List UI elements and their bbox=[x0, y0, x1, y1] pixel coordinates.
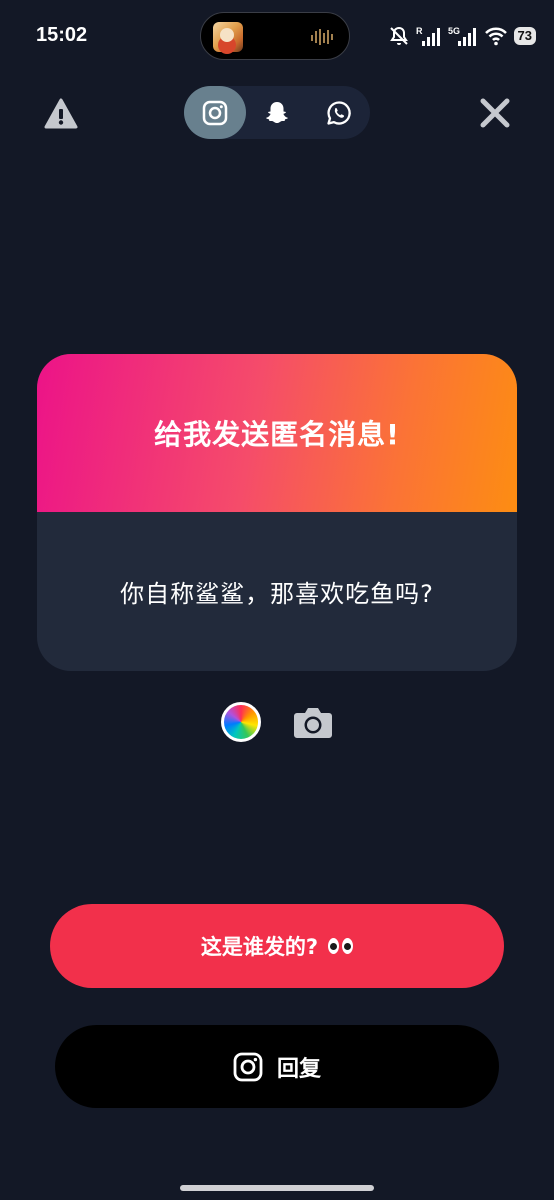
snapchat-icon bbox=[266, 101, 288, 123]
message-card: 给我发送匿名消息! 你自称鲨鲨，那喜欢吃鱼吗? bbox=[37, 354, 517, 671]
card-title: 给我发送匿名消息! bbox=[154, 418, 400, 451]
camera-button[interactable] bbox=[291, 700, 335, 744]
roaming-label: R bbox=[416, 26, 423, 36]
signal-r-icon: R bbox=[416, 26, 440, 46]
reply-button[interactable]: 回复 bbox=[55, 1025, 499, 1108]
network-label: 5G bbox=[448, 26, 460, 36]
who-sent-button[interactable]: 这是谁发的? bbox=[50, 904, 504, 988]
card-body: 你自称鲨鲨，那喜欢吃鱼吗? bbox=[37, 512, 517, 671]
camera-icon bbox=[294, 708, 332, 738]
now-playing-thumbnail bbox=[213, 22, 243, 52]
platform-switcher bbox=[184, 86, 370, 139]
color-wheel-icon[interactable] bbox=[221, 702, 261, 742]
signal-5g-icon: 5G bbox=[448, 26, 476, 46]
tab-instagram[interactable] bbox=[184, 86, 246, 139]
dynamic-island[interactable] bbox=[200, 12, 350, 60]
close-icon bbox=[480, 98, 510, 128]
whatsapp-icon bbox=[327, 100, 351, 125]
card-header: 给我发送匿名消息! bbox=[37, 354, 517, 512]
tab-whatsapp[interactable] bbox=[308, 86, 370, 139]
instagram-icon bbox=[202, 100, 228, 125]
eyes-icon bbox=[328, 938, 354, 954]
home-indicator[interactable] bbox=[180, 1185, 374, 1191]
status-icons: R 5G 73 bbox=[388, 22, 536, 50]
warning-icon bbox=[44, 98, 78, 129]
status-time: 15:02 bbox=[36, 24, 88, 46]
battery-level: 73 bbox=[513, 27, 536, 45]
status-bar: 15:02 R 5G 73 bbox=[0, 0, 554, 74]
wifi-icon bbox=[484, 27, 507, 46]
report-button[interactable] bbox=[44, 98, 78, 130]
who-sent-label: 这是谁发的? bbox=[200, 935, 319, 959]
screen: 15:02 R 5G 73 给我发送匿名消息! 你自称鲨鲨，那喜欢吃鱼吗? 这是… bbox=[0, 0, 554, 1200]
message-text: 你自称鲨鲨，那喜欢吃鱼吗? bbox=[120, 580, 434, 608]
mute-bell-icon bbox=[389, 26, 408, 45]
close-button[interactable] bbox=[478, 96, 512, 130]
audio-wave-icon bbox=[311, 29, 333, 45]
tab-snapchat[interactable] bbox=[246, 86, 308, 139]
reply-label: 回复 bbox=[276, 1056, 321, 1082]
instagram-icon bbox=[233, 1052, 263, 1081]
